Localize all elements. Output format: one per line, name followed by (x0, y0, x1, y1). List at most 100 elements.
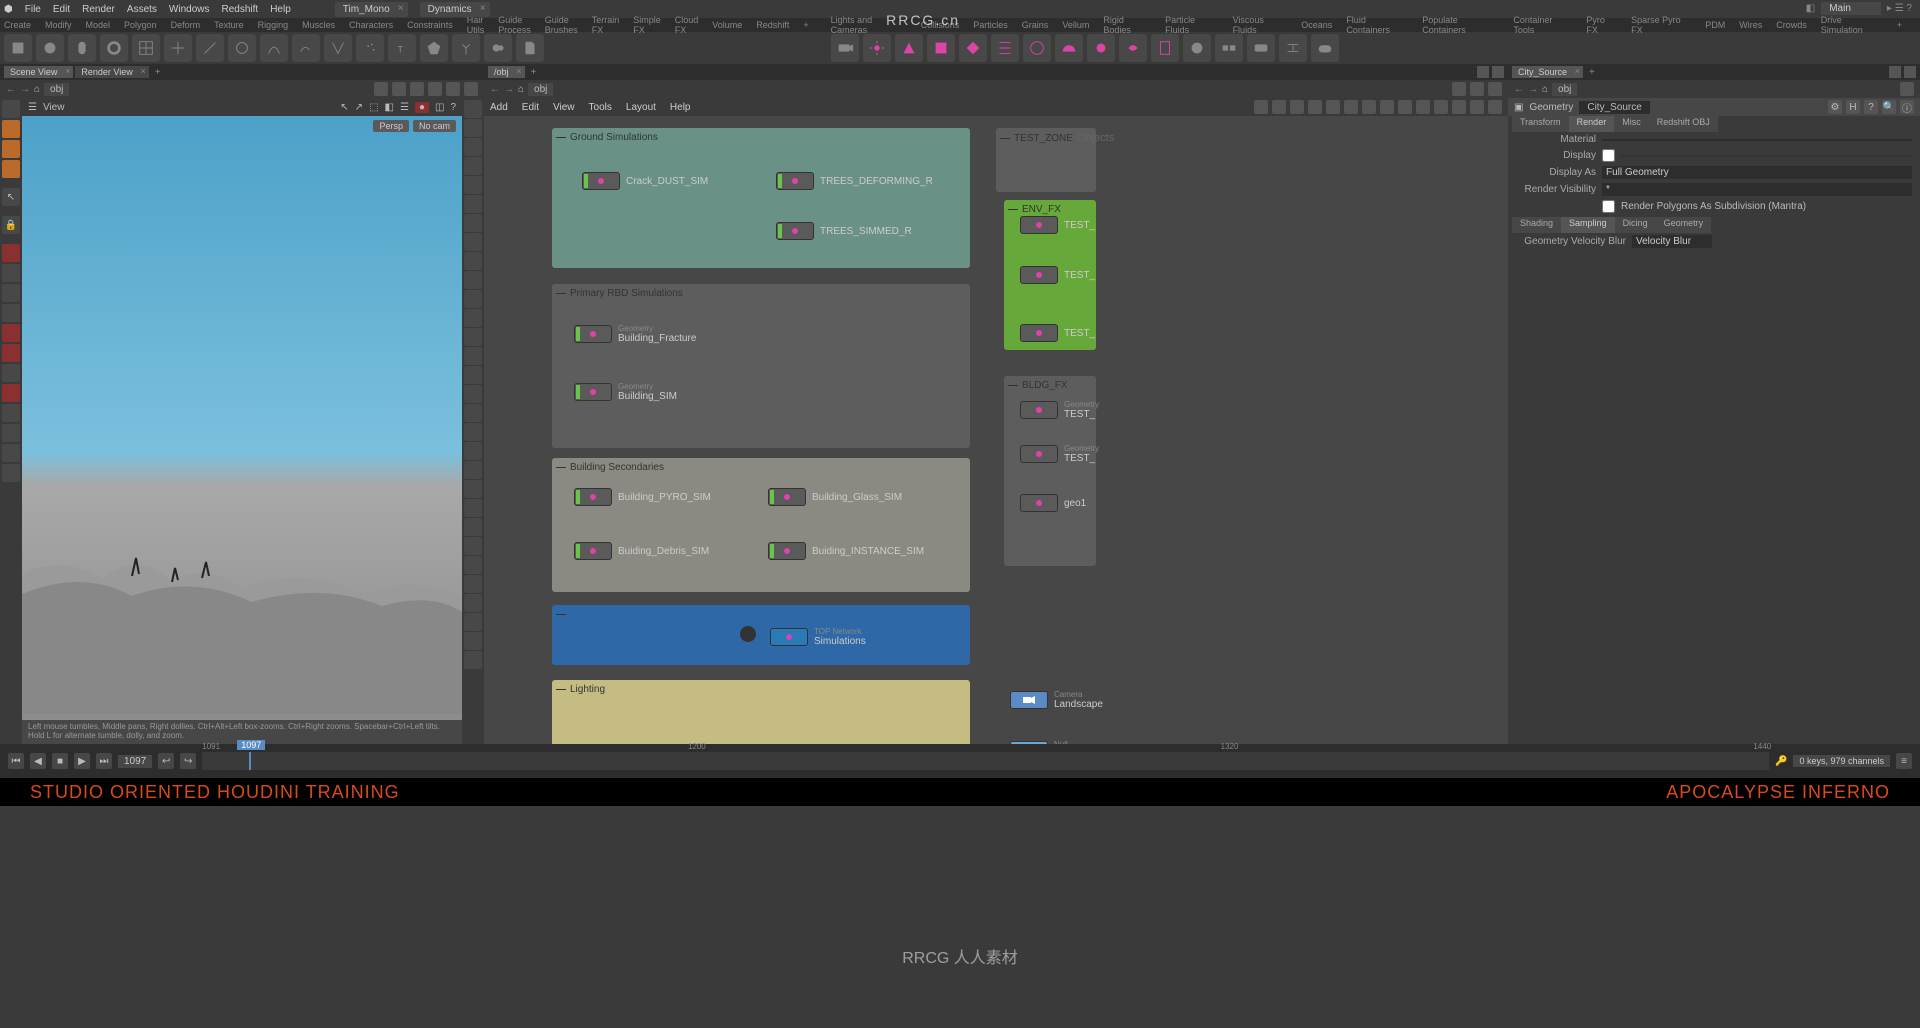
network-node[interactable]: CameraLandscape (1010, 690, 1103, 710)
h-icon[interactable]: H (1846, 100, 1860, 114)
network-node[interactable]: GeometryTEST_ (1020, 444, 1099, 464)
pin-icon[interactable] (374, 82, 388, 96)
network-group[interactable]: — Ground SimulationsCrack_DUST_SIMTREES_… (552, 128, 970, 268)
network-group[interactable]: — Primary RBD SimulationsGeometryBuildin… (552, 284, 970, 448)
tl-first[interactable]: ⏮ (8, 753, 24, 769)
net-add[interactable]: Add (490, 102, 508, 113)
vp-help-icon[interactable]: ? (450, 102, 456, 113)
network-node[interactable]: TEST_ (1020, 324, 1095, 342)
shelf-tabs-1[interactable]: CreateModifyModel PolygonDeformTexture R… (0, 18, 827, 32)
pane3-tab[interactable]: City_Source (1512, 66, 1583, 78)
tab-redshift[interactable]: Redshift OBJ (1649, 116, 1718, 132)
tab-transform[interactable]: Transform (1512, 116, 1569, 132)
net-edit[interactable]: Edit (522, 102, 539, 113)
menu-windows[interactable]: Windows (169, 4, 210, 15)
net-layout[interactable]: Layout (626, 102, 656, 113)
net-ic-1[interactable] (1254, 100, 1268, 114)
tab-scene-view[interactable]: Scene View (4, 66, 73, 78)
tab-dicing[interactable]: Dicing (1615, 217, 1656, 233)
vp-tool-a[interactable]: ↖ (340, 102, 348, 113)
vp-tool-arrow[interactable]: ↖ (2, 188, 20, 206)
param-subdiv-check[interactable] (1602, 200, 1615, 213)
persp-badge[interactable]: Persp (373, 120, 409, 132)
vp-tool-red1[interactable] (2, 244, 20, 262)
network-node[interactable]: GeometryBuilding_Fracture (574, 324, 696, 344)
tl-sub[interactable]: ↩ (158, 753, 174, 769)
search-icon[interactable]: 🔍 (1882, 100, 1896, 114)
viewport[interactable]: ☰ View ↖↗⬚◧☰● ◫? Persp No cam Left mou (22, 98, 462, 744)
tl-play[interactable]: ▶ (74, 753, 90, 769)
menu-redshift[interactable]: Redshift (222, 4, 259, 15)
menu-help[interactable]: Help (270, 4, 291, 15)
network-group[interactable]: — ENV_FXTEST_TEST_TEST_ (1004, 200, 1096, 350)
network-node[interactable]: TREES_DEFORMING_R (776, 172, 933, 190)
vp-tool-select[interactable] (2, 100, 20, 118)
shelf-tabs-2[interactable]: Lights and CamerasCollisionsParticles Gr… (827, 18, 1920, 32)
path-seg[interactable]: obj (44, 83, 69, 96)
tab-render[interactable]: Render (1569, 116, 1615, 132)
network-node[interactable]: TEST_ (1020, 266, 1095, 284)
tl-track[interactable]: 1091 1200 1320 1440 (202, 752, 1769, 770)
menu-render[interactable]: Render (82, 4, 115, 15)
vp-tool-scale[interactable] (2, 160, 20, 178)
tl-last[interactable]: ⏭ (96, 753, 112, 769)
network-node[interactable]: TOP NetworkSimulations (770, 627, 866, 647)
vp-tool-lock[interactable]: 🔒 (2, 216, 20, 234)
tab-render-view[interactable]: Render View (75, 66, 148, 78)
param-material[interactable] (1602, 139, 1912, 141)
network-node[interactable]: Crack_DUST_SIM (582, 172, 708, 190)
tl-frame-field[interactable]: 1097 (118, 755, 152, 768)
tool-shelf-2[interactable] (827, 32, 1920, 64)
network-node[interactable]: TEST_ (1020, 216, 1095, 234)
param-vel-blur[interactable]: Velocity Blur (1632, 235, 1712, 248)
tab-geometry[interactable]: Geometry (1656, 217, 1712, 233)
net-view[interactable]: View (553, 102, 575, 113)
network-node[interactable]: GeometryBuilding_SIM (574, 382, 677, 402)
pane1-add-tab[interactable]: + (151, 67, 165, 78)
param-render-vis[interactable]: * (1602, 183, 1912, 196)
tl-stop[interactable]: ■ (52, 753, 68, 769)
param-name-field[interactable]: City_Source (1579, 101, 1649, 114)
net-tools[interactable]: Tools (589, 102, 612, 113)
desktop-select[interactable]: ◧ Main ▸ ☰ ? (1806, 2, 1912, 15)
vp-tool-rotate[interactable] (2, 140, 20, 158)
tab-sampling[interactable]: Sampling (1561, 217, 1615, 233)
viewport-menu-icon[interactable]: ☰ (28, 102, 37, 113)
nav-back-icon[interactable]: ← (6, 84, 16, 95)
tl-anim-edit[interactable]: ≡ (1896, 753, 1912, 769)
network-node[interactable]: TREES_SIMMED_R (776, 222, 912, 240)
tab-shading[interactable]: Shading (1512, 217, 1561, 233)
info-icon[interactable]: ⓘ (1900, 100, 1914, 114)
vp-layout-icon[interactable]: ◫ (435, 102, 444, 113)
tl-playhead[interactable] (249, 752, 251, 770)
network-node[interactable]: Buiding_INSTANCE_SIM (768, 542, 924, 560)
menu-edit[interactable]: Edit (53, 4, 70, 15)
tl-add[interactable]: ↪ (180, 753, 196, 769)
net-help[interactable]: Help (670, 102, 691, 113)
tool-shelf-1[interactable]: T (0, 32, 827, 64)
pane2-add[interactable]: + (527, 67, 541, 78)
pane2-tab[interactable]: /obj (488, 66, 525, 78)
desktop-tab-2[interactable]: Dynamics (420, 2, 490, 17)
network-node[interactable]: geo1 (1020, 494, 1086, 512)
network-group[interactable]: — Lighting (552, 680, 970, 744)
gear-icon[interactable]: ⚙ (1828, 100, 1842, 114)
cam-badge[interactable]: No cam (413, 120, 456, 132)
network-node[interactable]: GeometryTEST_ (1020, 400, 1099, 420)
network-node[interactable]: Building_Glass_SIM (768, 488, 902, 506)
tl-key-icon[interactable]: 🔑 (1775, 756, 1787, 767)
network-node[interactable]: Building_PYRO_SIM (574, 488, 711, 506)
tl-prev[interactable]: ◀ (30, 753, 46, 769)
param-display-as[interactable]: Full Geometry (1602, 166, 1912, 179)
desktop-tab-1[interactable]: Tim_Mono (335, 2, 408, 17)
param-display-check[interactable] (1602, 149, 1615, 162)
nav-fwd-icon[interactable]: → (20, 84, 30, 95)
menu-assets[interactable]: Assets (127, 4, 157, 15)
tab-misc[interactable]: Misc (1614, 116, 1649, 132)
network-group[interactable]: — BLDG_FXGeometryTEST_GeometryTEST_geo1 (1004, 376, 1096, 566)
vp-tool-move[interactable] (2, 120, 20, 138)
menu-file[interactable]: File (25, 4, 41, 15)
home-icon[interactable]: ⌂ (34, 84, 40, 95)
network-canvas[interactable]: — Ground SimulationsCrack_DUST_SIMTREES_… (484, 116, 1508, 744)
network-group[interactable]: — TOP NetworkSimulations (552, 605, 970, 665)
